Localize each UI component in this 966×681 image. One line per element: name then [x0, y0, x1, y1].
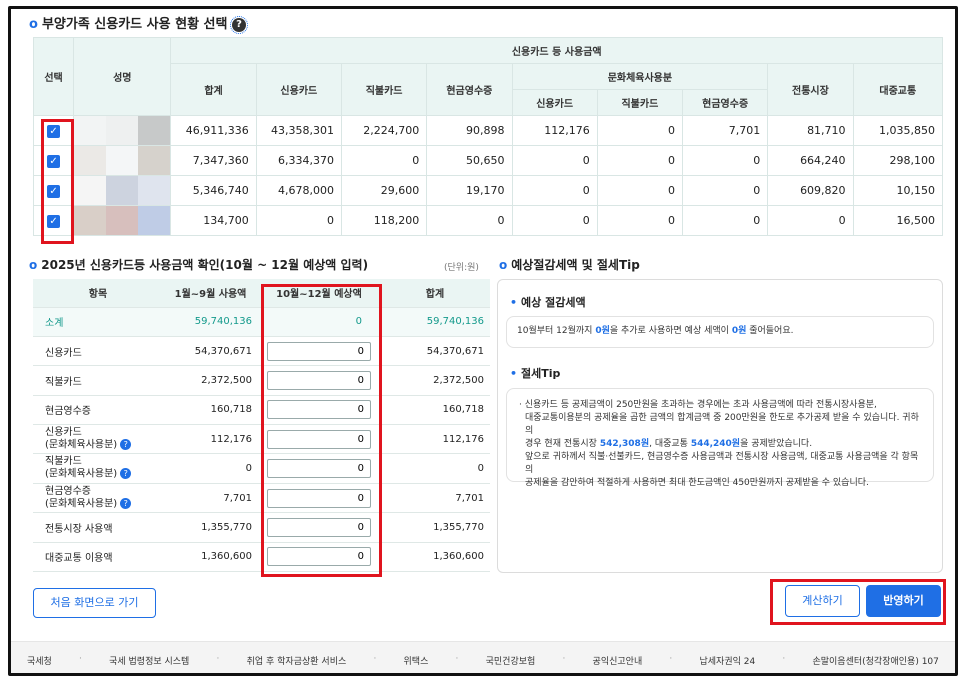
cell-debit: 29,600	[340, 175, 428, 206]
cell-debit: 0	[340, 145, 428, 176]
footer-link-law[interactable]: 국세 법령정보 시스템	[109, 654, 189, 667]
apply-button[interactable]: 반영하기	[866, 585, 941, 617]
cell-culture-debit: 0	[596, 145, 684, 176]
cell-culture-debit: 0	[596, 175, 684, 206]
footer: 국세청 · 국세 법령정보 시스템 · 취업 후 학자금상환 서비스 · 위택스…	[11, 641, 955, 673]
cell-market: 664,240	[767, 145, 854, 176]
footer-link-loan[interactable]: 취업 후 학자금상환 서비스	[247, 654, 347, 667]
col-credit: 신용카드	[255, 63, 342, 116]
usage-check-title: o 2025년 신용카드등 사용금액 확인(10월 ~ 12월 예상액 입력)	[29, 258, 369, 272]
app-frame: o 부양가족 신용카드 사용 현황 선택 ? 선택 성명 신용카드 등 사용금액 …	[8, 6, 958, 676]
col-total: 합계	[170, 63, 257, 116]
cell-market: 609,820	[767, 175, 854, 206]
cell-debit: 2,224,700	[340, 115, 428, 146]
dependents-table: 선택 성명 신용카드 등 사용금액 합계 신용카드 직불카드 현금영수증 문화체…	[32, 37, 944, 236]
table-row: ✓ 46,911,336 43,358,301 2,224,700 90,898…	[32, 115, 944, 146]
footer-link-rights[interactable]: 납세자권익 24	[699, 654, 755, 667]
highlight-forecast-column	[261, 284, 382, 577]
col-market: 전통시장	[767, 63, 854, 116]
highlight-select-column	[41, 119, 74, 244]
help-icon[interactable]: ?	[120, 439, 132, 450]
help-icon[interactable]: ?	[120, 468, 132, 480]
cell-culture-debit: 0	[596, 115, 684, 146]
table-row: ✓ 5,346,740 4,678,000 29,600 19,170 0 0 …	[32, 175, 944, 206]
tax-saving-panel: • 예상 절감세액 10월부터 12월까지 0원을 추가로 사용하면 예상 세액이…	[497, 279, 943, 573]
footer-link-report[interactable]: 공익신고안내	[593, 654, 643, 667]
col-jan-sep: 1월~9월 사용액	[163, 279, 258, 308]
dependents-card-usage-title: o 부양가족 신용카드 사용 현황 선택 ?	[29, 13, 249, 34]
cell-cash: 19,170	[426, 175, 513, 206]
col-item: 항목	[33, 279, 163, 308]
go-home-button[interactable]: 처음 화면으로 가기	[33, 588, 156, 618]
saving-box: 10월부터 12월까지 0원을 추가로 사용하면 예상 세액이 0원 줄어들어요…	[506, 316, 934, 348]
name-cell-redacted	[73, 145, 172, 176]
col-group-culture: 문화체육사용분	[511, 63, 769, 90]
cell-credit: 0	[255, 205, 342, 236]
cell-transit: 10,150	[852, 175, 944, 206]
col-select: 선택	[32, 37, 75, 116]
cell-transit: 1,035,850	[852, 115, 944, 146]
col-cash: 현금영수증	[426, 63, 513, 116]
bullet-icon: o	[29, 17, 38, 32]
cell-total: 7,347,360	[170, 145, 257, 176]
bullet-icon: o	[29, 258, 38, 272]
col-culture-cash: 현금영수증	[682, 89, 769, 116]
name-cell-redacted	[73, 115, 172, 146]
col-group-usage: 신용카드 등 사용금액	[170, 37, 943, 64]
cell-market: 81,710	[767, 115, 854, 146]
section-title-text: 부양가족 신용카드 사용 현황 선택	[41, 17, 228, 32]
tip-box: · 신용카드 등 공제금액이 250만원을 초과하는 경우에는 초과 사용금액에…	[506, 388, 934, 488]
table-row: ✓ 134,700 0 118,200 0 0 0 0 0 16,500	[32, 205, 944, 236]
name-cell-redacted	[73, 205, 172, 236]
cell-culture-cash: 7,701	[682, 115, 769, 146]
cell-transit: 298,100	[852, 145, 944, 176]
cell-credit: 6,334,370	[255, 145, 342, 176]
col-name: 성명	[73, 37, 172, 116]
col-sum: 합계	[380, 279, 490, 308]
cell-total: 134,700	[170, 205, 257, 236]
cell-culture-cash: 0	[682, 175, 769, 206]
cell-total: 5,346,740	[170, 175, 257, 206]
cell-debit: 118,200	[340, 205, 428, 236]
tip-heading: • 절세Tip	[510, 367, 561, 380]
footer-link-wetax[interactable]: 위택스	[404, 654, 429, 667]
cell-cash: 90,898	[426, 115, 513, 146]
cell-credit: 43,358,301	[255, 115, 342, 146]
col-debit: 직불카드	[340, 63, 428, 116]
cell-culture-credit: 112,176	[511, 115, 598, 146]
footer-link-nts[interactable]: 국세청	[27, 654, 52, 667]
cell-total: 46,911,336	[170, 115, 257, 146]
cell-culture-credit: 0	[511, 175, 598, 206]
unit-label: (단위:원)	[444, 263, 479, 273]
cell-cash: 50,650	[426, 145, 513, 176]
tax-saving-title: o 예상절감세액 및 절세Tip	[499, 258, 640, 272]
footer-link-nhis[interactable]: 국민건강보험	[486, 654, 536, 667]
help-icon[interactable]: ?	[230, 15, 249, 34]
cell-cash: 0	[426, 205, 513, 236]
name-cell-redacted	[73, 175, 172, 206]
cell-transit: 16,500	[852, 205, 944, 236]
cell-culture-credit: 0	[511, 145, 598, 176]
bullet-icon: o	[499, 258, 508, 272]
col-transit: 대중교통	[852, 63, 944, 116]
cell-credit: 4,678,000	[255, 175, 342, 206]
saving-heading: • 예상 절감세액	[510, 296, 586, 309]
calculate-button[interactable]: 계산하기	[785, 585, 860, 617]
col-culture-debit: 직불카드	[596, 89, 684, 116]
col-culture-credit: 신용카드	[511, 89, 598, 116]
help-icon[interactable]: ?	[120, 497, 132, 509]
cell-culture-credit: 0	[511, 205, 598, 236]
footer-link-relay[interactable]: 손말이음센터(청각장애인용) 107	[812, 654, 938, 667]
cell-culture-cash: 0	[682, 145, 769, 176]
cell-culture-debit: 0	[596, 205, 684, 236]
cell-market: 0	[767, 205, 854, 236]
table-row: ✓ 7,347,360 6,334,370 0 50,650 0 0 0 664…	[32, 145, 944, 176]
cell-culture-cash: 0	[682, 205, 769, 236]
